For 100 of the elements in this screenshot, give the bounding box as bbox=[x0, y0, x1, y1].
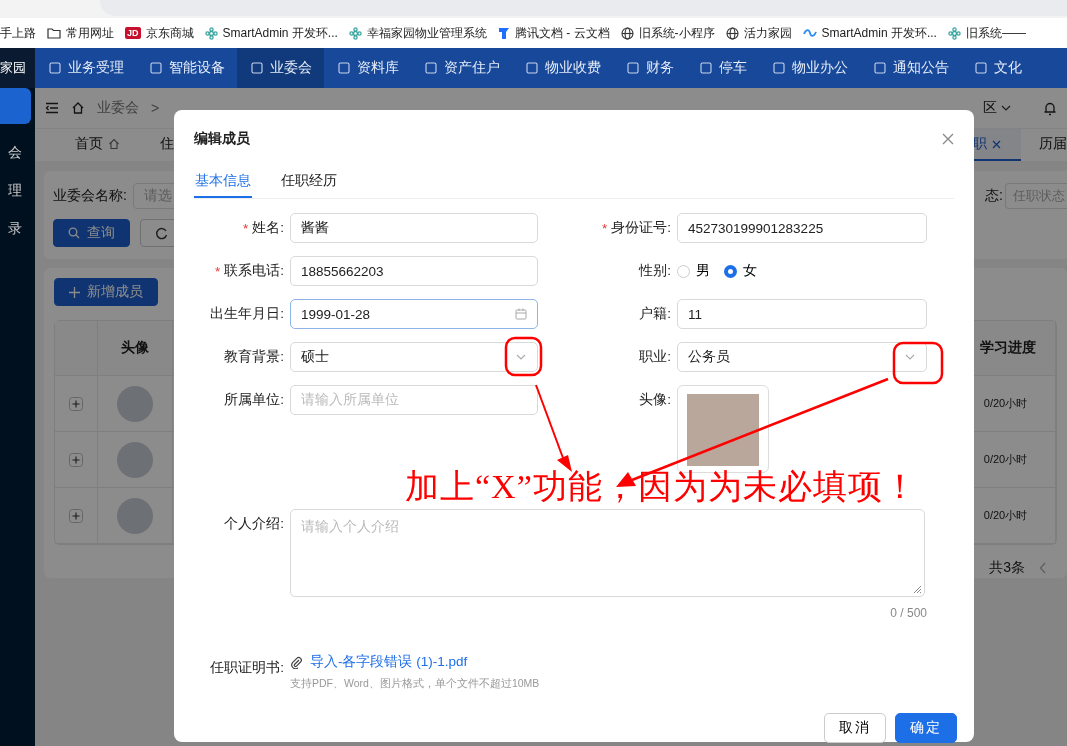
chevron-down-icon bbox=[1001, 103, 1011, 113]
bookmark-link[interactable]: 腾讯文档 - 云文档 bbox=[514, 24, 610, 42]
search-icon bbox=[68, 227, 80, 239]
plus-icon bbox=[69, 286, 80, 298]
text-field[interactable]: 11 bbox=[677, 299, 927, 329]
square-icon bbox=[874, 62, 886, 74]
nav-item[interactable]: 财务 bbox=[613, 48, 686, 88]
required-mark: * bbox=[601, 220, 608, 236]
link-icon bbox=[802, 28, 817, 38]
sidebar-item[interactable]: 理 bbox=[0, 182, 35, 200]
square-icon bbox=[150, 62, 162, 74]
field-label: 态: bbox=[985, 187, 1003, 205]
nav-item[interactable]: 资料库 bbox=[324, 48, 411, 88]
nav-item[interactable]: 智能设备 bbox=[136, 48, 237, 88]
sidebar-item[interactable]: 录 bbox=[0, 220, 35, 238]
dialog-title: 编辑成员 bbox=[194, 130, 250, 148]
bookmark-link[interactable]: SmartAdmin 开发环... bbox=[821, 24, 937, 42]
field-label: 户籍: bbox=[639, 305, 671, 323]
square-icon bbox=[425, 62, 437, 74]
menu-fold-icon[interactable] bbox=[45, 102, 59, 114]
total-count: 共3条 bbox=[989, 559, 1025, 577]
cancel-button[interactable]: 取消 bbox=[824, 713, 886, 743]
sidebar-item[interactable]: 会 bbox=[0, 144, 35, 162]
required-mark: * bbox=[214, 263, 221, 279]
globe-icon bbox=[725, 26, 739, 40]
paperclip-icon bbox=[290, 655, 302, 669]
field-label: 个人介绍: bbox=[224, 515, 284, 533]
bookmark-link[interactable]: 幸福家园物业管理系统 bbox=[366, 24, 487, 42]
square-icon bbox=[338, 62, 350, 74]
document-icon bbox=[497, 26, 510, 40]
nav-item[interactable]: 物业办公 bbox=[759, 48, 860, 88]
field-label: 姓名: bbox=[252, 219, 284, 237]
square-icon bbox=[627, 62, 639, 74]
home-icon bbox=[108, 138, 120, 150]
nav-item[interactable]: 文化 bbox=[961, 48, 1034, 88]
home-icon[interactable] bbox=[71, 101, 85, 115]
upload-hint: 支持PDF、Word、图片格式，单个文件不超过10MB bbox=[290, 677, 541, 691]
text-field[interactable]: 452730199901283225 bbox=[677, 213, 927, 243]
square-icon bbox=[773, 62, 785, 74]
character-counter: 0 / 500 bbox=[890, 606, 927, 620]
text-field[interactable]: 18855662203 bbox=[290, 256, 538, 286]
breadcrumb-separator: > bbox=[151, 100, 160, 116]
dialog-tab[interactable]: 任职经历 bbox=[280, 166, 338, 198]
page-tab[interactable]: 首页 bbox=[57, 129, 142, 161]
flower-icon bbox=[348, 26, 362, 40]
nav-item[interactable]: 资产住户 bbox=[411, 48, 512, 88]
annotation-text: 加上“X”功能，因为为未必填项！ bbox=[405, 470, 918, 504]
field-label: 教育背景: bbox=[224, 348, 284, 366]
bookmark-link[interactable]: 常用网址 bbox=[66, 24, 114, 42]
folder-icon bbox=[47, 27, 61, 39]
bookmark-link[interactable]: 旧系统-小程序 bbox=[638, 24, 715, 42]
field-label: 身份证号: bbox=[611, 219, 671, 237]
required-mark: * bbox=[242, 220, 249, 236]
field-label: 任职证明书: bbox=[210, 659, 284, 677]
field-label: 所属单位: bbox=[224, 391, 284, 409]
radio-option[interactable]: 男 bbox=[677, 262, 710, 280]
nav-item[interactable]: 业委会 bbox=[237, 48, 324, 88]
flower-icon bbox=[947, 26, 961, 40]
expand-plus-icon[interactable] bbox=[69, 452, 83, 467]
nav-item[interactable]: 业务受理 bbox=[35, 48, 136, 88]
square-icon bbox=[975, 62, 987, 74]
nav-item[interactable]: 停车 bbox=[686, 48, 759, 88]
select-field[interactable]: 硕士 bbox=[290, 342, 538, 372]
radio-option[interactable]: 女 bbox=[724, 262, 757, 280]
community-selector[interactable]: 区 bbox=[983, 99, 1011, 117]
avatar-placeholder bbox=[117, 441, 153, 478]
calendar-icon bbox=[515, 308, 527, 320]
bookmark-link[interactable]: 京东商城 bbox=[145, 24, 194, 42]
close-icon[interactable] bbox=[992, 139, 1001, 149]
bookmark-link[interactable]: 活力家园 bbox=[743, 24, 792, 42]
add-member-button[interactable]: 新增成员 bbox=[54, 278, 158, 306]
square-icon bbox=[251, 62, 263, 74]
text-field[interactable]: 酱酱 bbox=[290, 213, 538, 243]
bell-icon[interactable] bbox=[1043, 100, 1057, 116]
field-label: 头像: bbox=[639, 391, 671, 409]
search-button[interactable]: 查询 bbox=[53, 219, 130, 247]
prev-page-icon[interactable] bbox=[1039, 562, 1047, 574]
flower-icon bbox=[204, 26, 218, 40]
page-tab[interactable]: 历届 bbox=[1021, 129, 1067, 161]
nav-item[interactable]: 通知公告 bbox=[860, 48, 961, 88]
date-field[interactable]: 1999-01-28 bbox=[290, 299, 538, 329]
expand-plus-icon[interactable] bbox=[69, 396, 83, 411]
avatar-placeholder bbox=[117, 385, 153, 422]
bookmark-link[interactable]: 旧系统—— bbox=[965, 24, 1026, 42]
close-icon bbox=[942, 133, 954, 145]
field-label: 联系电话: bbox=[224, 262, 284, 280]
confirm-button[interactable]: 确定 bbox=[895, 713, 957, 743]
expand-plus-icon[interactable] bbox=[69, 508, 83, 523]
bookmark-link[interactable]: 手上路 bbox=[0, 24, 36, 42]
select-field[interactable]: 公务员 bbox=[677, 342, 927, 372]
site-logo: JD bbox=[125, 27, 141, 39]
nav-item[interactable]: 物业收费 bbox=[512, 48, 613, 88]
globe-icon bbox=[620, 26, 634, 40]
header-cell: 头像 bbox=[98, 321, 173, 376]
square-icon bbox=[526, 62, 538, 74]
close-button[interactable] bbox=[942, 133, 954, 145]
file-link[interactable]: 导入-各字段错误 (1)-1.pdf bbox=[310, 653, 468, 671]
avatar-placeholder bbox=[117, 497, 153, 534]
dialog-tab[interactable]: 基本信息 bbox=[194, 166, 252, 198]
bookmark-link[interactable]: SmartAdmin 开发环... bbox=[222, 24, 338, 42]
